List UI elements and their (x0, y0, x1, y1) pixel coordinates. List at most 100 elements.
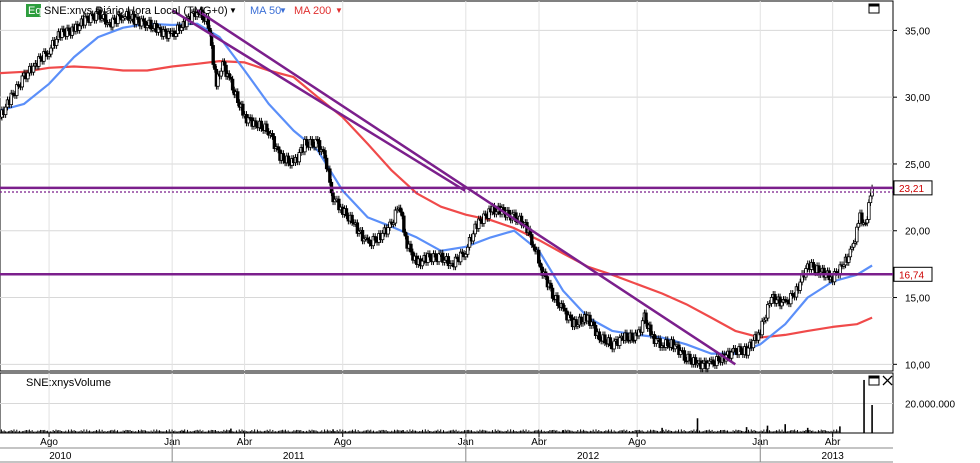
price-candle (625, 332, 629, 340)
price-candle (400, 211, 404, 217)
price-candle (265, 123, 269, 132)
price-candle (868, 195, 873, 204)
price-candle (403, 231, 408, 237)
price-candle (649, 324, 653, 336)
price-candle (855, 226, 859, 243)
price-candle (865, 219, 869, 224)
price-candle (851, 242, 856, 248)
price-candle (811, 262, 816, 268)
price-candle (323, 150, 327, 159)
price-candle (847, 256, 851, 263)
price-candle (561, 303, 565, 309)
price-label: 23,21 (899, 184, 924, 195)
y-tick-label: 30,00 (905, 93, 930, 104)
price-candle (213, 64, 217, 70)
price-candle (465, 246, 470, 255)
price-candle (630, 332, 634, 341)
price-candle (386, 227, 390, 235)
price-candle (751, 340, 756, 349)
year-label: 2010 (49, 451, 72, 462)
price-candle (270, 132, 275, 137)
price-candle (350, 214, 354, 224)
price-candle (179, 27, 184, 31)
y-tick-label: 20,00 (905, 227, 930, 238)
price-candle (530, 234, 534, 246)
price-candle (716, 356, 721, 362)
price-candle (174, 33, 178, 37)
price-candle (211, 45, 215, 65)
price-candle (706, 362, 710, 370)
price-candle (324, 157, 329, 170)
price-candle (3, 106, 8, 116)
price-candle (538, 262, 543, 268)
price-candle (222, 61, 227, 66)
ma200-dropdown-icon[interactable]: ▼ (335, 6, 343, 15)
price-candle (54, 38, 59, 46)
x-tick-label: Abr (237, 437, 253, 448)
price-candle (729, 351, 734, 359)
price-candle (769, 297, 774, 304)
y-axis: 35,00 30,00 25,00 20,00 15,00 10,00 20.000.000 (893, 26, 955, 411)
price-candle (766, 304, 770, 319)
price-candle (507, 209, 511, 214)
price-candle (739, 346, 743, 352)
price-candle (760, 320, 764, 336)
price-candle (867, 202, 871, 220)
price-candle (77, 25, 82, 31)
x-tick-label: Abr (825, 437, 841, 448)
price-candle (344, 208, 349, 217)
price-candle (373, 236, 377, 241)
price-candle (49, 47, 53, 55)
volume-y-tick-label: 20.000.000 (905, 400, 955, 411)
price-candle (612, 340, 616, 350)
price-candle (380, 232, 385, 241)
price-candle (428, 253, 432, 258)
y-tick-label: 15,00 (905, 294, 930, 305)
price-candle (568, 314, 573, 319)
ma200-label[interactable]: MA 200 (294, 5, 331, 17)
volume-panel-frame (0, 372, 894, 434)
price-candle (236, 91, 240, 103)
price-candle (746, 347, 750, 356)
ma50-label[interactable]: MA 50 (250, 5, 281, 17)
price-candle (219, 70, 223, 77)
price-candle (402, 215, 406, 233)
price-candle (733, 347, 738, 352)
price-candle (798, 281, 802, 291)
x-tick-label: Ago (628, 437, 646, 448)
price-candle (281, 153, 286, 161)
price-candle (149, 19, 153, 30)
price-candle (666, 339, 670, 347)
price-candle (393, 209, 398, 224)
price-candle (276, 146, 280, 151)
price-candle (780, 301, 784, 307)
price-candle (700, 362, 705, 370)
x-tick-label: Abr (531, 437, 547, 448)
price-candle (286, 155, 291, 164)
price-candle (563, 307, 567, 312)
eq-badge-label: Eq (28, 5, 41, 17)
price-candle (640, 320, 645, 333)
price-candle (241, 103, 245, 116)
price-candle (536, 249, 541, 264)
price-candle (67, 27, 71, 32)
price-candle (856, 222, 861, 228)
chart-header: Eq SNE:xnys Diário Hora Local (TMG+0) ▼ … (26, 4, 343, 17)
price-candle (310, 138, 314, 146)
price-candle (556, 295, 560, 306)
price-candle (227, 73, 231, 78)
x-axis: Ago Jan Abr Ago Jan Abr Ago Jan Abr2010 2011 2012 2… (0, 432, 893, 463)
price-candle (230, 78, 235, 91)
price-candle (420, 260, 425, 267)
price-candle (592, 321, 596, 326)
x-tick-label: Ago (40, 437, 58, 448)
ma50-dropdown-icon[interactable]: ▼ (279, 6, 287, 15)
price-candle (848, 248, 853, 258)
chart-title[interactable]: SNE:xnys Diário Hora Local (TMG+0) (44, 5, 228, 17)
price-candle (597, 331, 602, 341)
price-candle (804, 268, 808, 278)
year-label: 2012 (577, 451, 600, 462)
price-candle (328, 168, 332, 183)
y-tick-label: 10,00 (905, 360, 930, 371)
chart-title-dropdown-icon[interactable]: ▼ (229, 6, 237, 15)
